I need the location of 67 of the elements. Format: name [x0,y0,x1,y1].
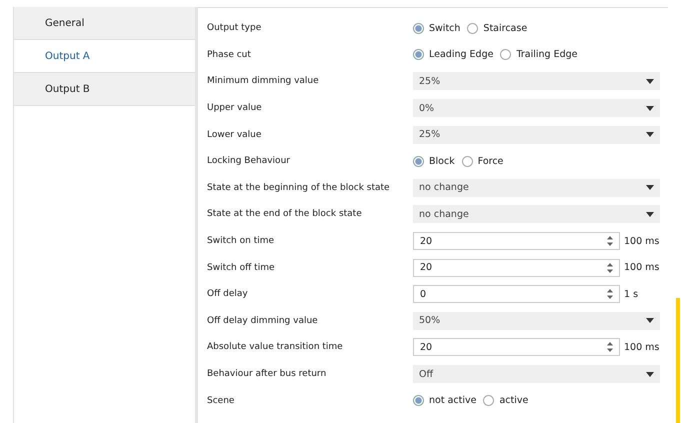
caret-icon [646,78,654,84]
parameter-label: Output type [207,23,262,34]
number-field[interactable]: 20 [413,232,620,250]
parameter-label: Minimum dimming value [207,76,320,86]
radio-label: Trailing Edge [516,49,578,60]
parameter-label: Locking Behaviour [207,156,291,166]
parameter-label: Phase cut [207,50,252,60]
dropdown[interactable]: 50% [413,312,660,330]
spinner-icon[interactable] [607,341,613,354]
parameter-label: Upper value [207,103,263,114]
parameter-label: Off delay dimming value [207,316,319,326]
parameter-label: Absolute value transition time [207,342,344,352]
parameter-label: Lower value [207,130,262,140]
spinner-icon[interactable] [607,235,613,248]
caret-icon [646,318,654,324]
caret-icon [646,132,654,138]
radio-label: Switch [429,22,460,34]
dropdown[interactable]: 25% [413,72,660,90]
radio-label: active [499,395,528,406]
radio-button[interactable] [413,22,424,34]
dropdown[interactable]: Off [413,365,660,384]
radio-option[interactable]: active [483,395,528,406]
caret-icon [646,185,654,190]
radio-option[interactable]: Force [462,156,504,167]
radio-button[interactable] [413,156,424,167]
radio-label: Block [429,156,455,167]
radio-button[interactable] [500,49,512,60]
radio-option[interactable]: Staircase [467,22,528,34]
sidebar-tab[interactable]: Output B [14,73,195,106]
radio-label: Staircase [483,22,528,34]
unit-label: 100 ms [624,342,660,353]
parameter-label: State at the beginning of the block state [207,182,391,193]
number-field[interactable]: 20 [413,258,620,277]
radio-option[interactable]: Switch [413,22,460,34]
number-field[interactable]: 20 [413,338,620,356]
radio-label: Leading Edge [429,49,494,60]
parameter-label: Switch off time [207,262,276,273]
parameter-label: Switch on time [207,236,276,246]
dropdown[interactable]: no change [413,178,660,197]
radio-button[interactable] [467,22,478,34]
unit-label: 100 ms [624,262,660,274]
sidebar-tab[interactable]: General [14,7,195,40]
caret-icon [646,372,654,377]
radio-option[interactable]: Block [413,156,455,167]
caret-icon [646,106,654,111]
caret-icon [646,212,654,217]
spinner-icon[interactable] [607,262,613,274]
radio-button[interactable] [483,395,494,406]
parameter-label: Scene [207,396,236,406]
spinner-icon[interactable] [607,288,613,300]
dropdown[interactable]: no change [413,205,660,224]
parameter-label: State at the end of the block state [207,209,363,220]
radio-button[interactable] [413,395,424,406]
radio-label: Force [478,156,504,167]
unit-label: 100 ms [624,236,660,247]
number-field[interactable]: 0 [413,285,620,304]
radio-option[interactable]: Trailing Edge [500,49,578,60]
dropdown[interactable]: 0% [413,99,660,118]
unit-label: 1 s [624,288,638,300]
parameter-label: Off delay [207,289,249,300]
radio-button[interactable] [462,156,473,167]
radio-label: not active [429,395,476,406]
dropdown[interactable]: 25% [413,126,660,144]
radio-option[interactable]: not active [413,395,476,406]
radio-button[interactable] [413,49,424,60]
radio-option[interactable]: Leading Edge [413,49,494,60]
parameter-label: Behaviour after bus return [207,369,328,380]
